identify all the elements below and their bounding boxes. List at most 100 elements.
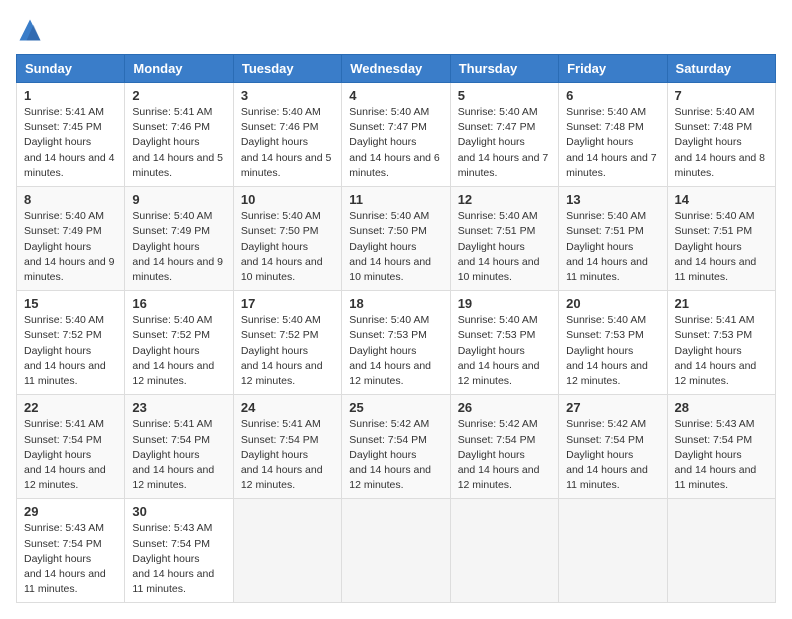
calendar-week-row: 1 Sunrise: 5:41 AMSunset: 7:45 PMDaylight…	[17, 83, 776, 187]
day-info: Sunrise: 5:40 AMSunset: 7:53 PMDaylight …	[458, 313, 551, 389]
day-number: 10	[241, 192, 334, 207]
calendar-day-cell: 5 Sunrise: 5:40 AMSunset: 7:47 PMDaylight…	[450, 83, 558, 187]
day-number: 15	[24, 296, 117, 311]
calendar-day-cell: 6 Sunrise: 5:40 AMSunset: 7:48 PMDaylight…	[559, 83, 667, 187]
calendar-day-cell: 17 Sunrise: 5:40 AMSunset: 7:52 PMDayligh…	[233, 291, 341, 395]
calendar-day-cell: 25 Sunrise: 5:42 AMSunset: 7:54 PMDayligh…	[342, 395, 450, 499]
day-number: 8	[24, 192, 117, 207]
day-info: Sunrise: 5:42 AMSunset: 7:54 PMDaylight …	[566, 417, 659, 493]
calendar-header-cell: Sunday	[17, 55, 125, 83]
calendar-week-row: 15 Sunrise: 5:40 AMSunset: 7:52 PMDayligh…	[17, 291, 776, 395]
calendar-day-cell: 15 Sunrise: 5:40 AMSunset: 7:52 PMDayligh…	[17, 291, 125, 395]
day-info: Sunrise: 5:40 AMSunset: 7:53 PMDaylight …	[566, 313, 659, 389]
day-info: Sunrise: 5:41 AMSunset: 7:53 PMDaylight …	[675, 313, 768, 389]
calendar-day-cell: 16 Sunrise: 5:40 AMSunset: 7:52 PMDayligh…	[125, 291, 233, 395]
calendar-day-cell: 8 Sunrise: 5:40 AMSunset: 7:49 PMDaylight…	[17, 187, 125, 291]
day-info: Sunrise: 5:40 AMSunset: 7:52 PMDaylight …	[24, 313, 117, 389]
calendar-day-cell: 3 Sunrise: 5:40 AMSunset: 7:46 PMDaylight…	[233, 83, 341, 187]
day-info: Sunrise: 5:40 AMSunset: 7:51 PMDaylight …	[566, 209, 659, 285]
day-number: 30	[132, 504, 225, 519]
day-info: Sunrise: 5:40 AMSunset: 7:50 PMDaylight …	[349, 209, 442, 285]
calendar-table: SundayMondayTuesdayWednesdayThursdayFrid…	[16, 54, 776, 603]
day-number: 1	[24, 88, 117, 103]
day-info: Sunrise: 5:40 AMSunset: 7:47 PMDaylight …	[349, 105, 442, 181]
day-info: Sunrise: 5:41 AMSunset: 7:54 PMDaylight …	[241, 417, 334, 493]
calendar-day-cell: 22 Sunrise: 5:41 AMSunset: 7:54 PMDayligh…	[17, 395, 125, 499]
calendar-day-cell: 11Sunrise: 5:40 AMSunset: 7:50 PMDayligh…	[342, 187, 450, 291]
day-number: 18	[349, 296, 442, 311]
day-number: 28	[675, 400, 768, 415]
day-info: Sunrise: 5:40 AMSunset: 7:51 PMDaylight …	[675, 209, 768, 285]
day-number: 5	[458, 88, 551, 103]
day-info: Sunrise: 5:43 AMSunset: 7:54 PMDaylight …	[24, 521, 117, 597]
day-number: 9	[132, 192, 225, 207]
day-info: Sunrise: 5:40 AMSunset: 7:52 PMDaylight …	[241, 313, 334, 389]
day-info: Sunrise: 5:40 AMSunset: 7:46 PMDaylight …	[241, 105, 334, 181]
calendar-week-row: 29 Sunrise: 5:43 AMSunset: 7:54 PMDayligh…	[17, 499, 776, 603]
calendar-day-cell: 7 Sunrise: 5:40 AMSunset: 7:48 PMDaylight…	[667, 83, 775, 187]
calendar-header-row: SundayMondayTuesdayWednesdayThursdayFrid…	[17, 55, 776, 83]
calendar-day-cell: 12 Sunrise: 5:40 AMSunset: 7:51 PMDayligh…	[450, 187, 558, 291]
day-info: Sunrise: 5:40 AMSunset: 7:48 PMDaylight …	[566, 105, 659, 181]
calendar-header-cell: Wednesday	[342, 55, 450, 83]
day-info: Sunrise: 5:40 AMSunset: 7:53 PMDaylight …	[349, 313, 442, 389]
day-number: 6	[566, 88, 659, 103]
calendar-day-cell: 29 Sunrise: 5:43 AMSunset: 7:54 PMDayligh…	[17, 499, 125, 603]
calendar-day-cell: 1 Sunrise: 5:41 AMSunset: 7:45 PMDaylight…	[17, 83, 125, 187]
calendar-day-cell: 19 Sunrise: 5:40 AMSunset: 7:53 PMDayligh…	[450, 291, 558, 395]
calendar-day-cell: 13 Sunrise: 5:40 AMSunset: 7:51 PMDayligh…	[559, 187, 667, 291]
day-number: 13	[566, 192, 659, 207]
calendar-header-cell: Monday	[125, 55, 233, 83]
calendar-day-cell	[233, 499, 341, 603]
day-number: 26	[458, 400, 551, 415]
calendar-header-cell: Tuesday	[233, 55, 341, 83]
day-number: 29	[24, 504, 117, 519]
day-info: Sunrise: 5:41 AMSunset: 7:46 PMDaylight …	[132, 105, 225, 181]
calendar-body: 1 Sunrise: 5:41 AMSunset: 7:45 PMDaylight…	[17, 83, 776, 603]
day-number: 16	[132, 296, 225, 311]
day-number: 21	[675, 296, 768, 311]
day-number: 4	[349, 88, 442, 103]
calendar-day-cell: 24Sunrise: 5:41 AMSunset: 7:54 PMDayligh…	[233, 395, 341, 499]
calendar-day-cell: 2 Sunrise: 5:41 AMSunset: 7:46 PMDaylight…	[125, 83, 233, 187]
calendar-day-cell: 21 Sunrise: 5:41 AMSunset: 7:53 PMDayligh…	[667, 291, 775, 395]
day-number: 12	[458, 192, 551, 207]
calendar-day-cell: 30 Sunrise: 5:43 AMSunset: 7:54 PMDayligh…	[125, 499, 233, 603]
day-number: 20	[566, 296, 659, 311]
day-info: Sunrise: 5:41 AMSunset: 7:54 PMDaylight …	[132, 417, 225, 493]
day-info: Sunrise: 5:41 AMSunset: 7:45 PMDaylight …	[24, 105, 117, 181]
day-info: Sunrise: 5:40 AMSunset: 7:48 PMDaylight …	[675, 105, 768, 181]
calendar-header-cell: Thursday	[450, 55, 558, 83]
calendar-day-cell: 23Sunrise: 5:41 AMSunset: 7:54 PMDayligh…	[125, 395, 233, 499]
day-number: 19	[458, 296, 551, 311]
day-number: 7	[675, 88, 768, 103]
day-info: Sunrise: 5:43 AMSunset: 7:54 PMDaylight …	[132, 521, 225, 597]
calendar-header-cell: Friday	[559, 55, 667, 83]
calendar-day-cell: 27Sunrise: 5:42 AMSunset: 7:54 PMDayligh…	[559, 395, 667, 499]
day-info: Sunrise: 5:40 AMSunset: 7:51 PMDaylight …	[458, 209, 551, 285]
calendar-day-cell: 9 Sunrise: 5:40 AMSunset: 7:49 PMDaylight…	[125, 187, 233, 291]
day-number: 2	[132, 88, 225, 103]
calendar-day-cell: 18 Sunrise: 5:40 AMSunset: 7:53 PMDayligh…	[342, 291, 450, 395]
day-info: Sunrise: 5:40 AMSunset: 7:49 PMDaylight …	[132, 209, 225, 285]
logo-icon	[16, 16, 44, 44]
calendar-day-cell: 28 Sunrise: 5:43 AMSunset: 7:54 PMDayligh…	[667, 395, 775, 499]
calendar-week-row: 8 Sunrise: 5:40 AMSunset: 7:49 PMDaylight…	[17, 187, 776, 291]
calendar-day-cell: 20 Sunrise: 5:40 AMSunset: 7:53 PMDayligh…	[559, 291, 667, 395]
day-number: 3	[241, 88, 334, 103]
day-info: Sunrise: 5:43 AMSunset: 7:54 PMDaylight …	[675, 417, 768, 493]
day-info: Sunrise: 5:40 AMSunset: 7:47 PMDaylight …	[458, 105, 551, 181]
calendar-day-cell: 4 Sunrise: 5:40 AMSunset: 7:47 PMDaylight…	[342, 83, 450, 187]
day-info: Sunrise: 5:40 AMSunset: 7:50 PMDaylight …	[241, 209, 334, 285]
day-number: 22	[24, 400, 117, 415]
calendar-day-cell	[667, 499, 775, 603]
day-info: Sunrise: 5:42 AMSunset: 7:54 PMDaylight …	[349, 417, 442, 493]
day-info: Sunrise: 5:41 AMSunset: 7:54 PMDaylight …	[24, 417, 117, 493]
calendar-day-cell	[559, 499, 667, 603]
day-number: 14	[675, 192, 768, 207]
day-number: 25	[349, 400, 442, 415]
day-info: Sunrise: 5:40 AMSunset: 7:52 PMDaylight …	[132, 313, 225, 389]
calendar-day-cell: 26Sunrise: 5:42 AMSunset: 7:54 PMDayligh…	[450, 395, 558, 499]
day-number: 17	[241, 296, 334, 311]
day-info: Sunrise: 5:40 AMSunset: 7:49 PMDaylight …	[24, 209, 117, 285]
